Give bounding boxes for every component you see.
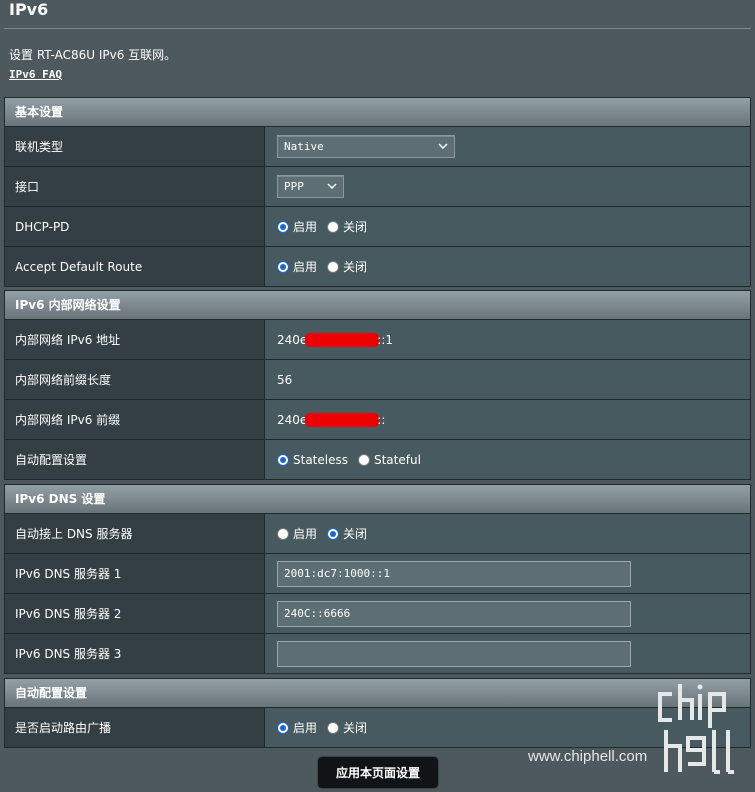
page-title: IPv6: [9, 0, 49, 19]
dns-server3-row: IPv6 DNS 服务器 3: [5, 634, 750, 673]
lan-address-row: 内部网络 IPv6 地址 240e ::1: [5, 320, 750, 360]
basic-settings-header: 基本设置: [5, 98, 750, 127]
prefix-length-row: 内部网络前缀长度 56: [5, 360, 750, 400]
stateless-radio[interactable]: [277, 453, 289, 466]
apply-button[interactable]: 应用本页面设置: [317, 756, 439, 789]
lan-prefix-row: 内部网络 IPv6 前缀 240e ::: [5, 400, 750, 440]
chevron-down-icon: [438, 141, 448, 152]
interface-value: PPP: [284, 180, 304, 193]
stateful-label: Stateful: [373, 452, 421, 467]
dns-auto-enable-label: 启用: [293, 527, 318, 541]
lan-address-suffix: ::1: [377, 332, 394, 347]
default-route-label: Accept Default Route: [5, 247, 265, 286]
dns-server1-label: IPv6 DNS 服务器 1: [5, 554, 265, 593]
dns-server3-input[interactable]: [277, 640, 631, 667]
connection-type-value: Native: [284, 140, 324, 153]
lan-prefix-label: 内部网络 IPv6 前缀: [5, 400, 265, 439]
page-description: 设置 RT-AC86U IPv6 互联网。: [9, 48, 177, 62]
title-divider: [4, 28, 751, 29]
dns-server3-label: IPv6 DNS 服务器 3: [5, 634, 265, 673]
dns-auto-disable-radio[interactable]: [327, 527, 340, 540]
ra-disable-label: 关闭: [343, 721, 368, 735]
stateful-radio[interactable]: [357, 453, 370, 466]
dns-server2-input[interactable]: 240C::6666: [277, 600, 631, 627]
default-route-enable-radio[interactable]: [277, 260, 289, 273]
autoconf-row: 自动配置设置 Stateless Stateful: [5, 440, 750, 479]
connection-type-select[interactable]: Native: [277, 135, 455, 158]
dns-auto-disable-label: 关闭: [343, 527, 368, 541]
dhcp-pd-disable-radio[interactable]: [327, 220, 340, 233]
ra-enable-radio[interactable]: [277, 721, 289, 734]
lan-address-label: 内部网络 IPv6 地址: [5, 320, 265, 359]
lan-prefix-start: 240e: [277, 412, 308, 427]
default-route-disable-label: 关闭: [343, 260, 368, 274]
prefix-length-value: 56: [277, 372, 293, 387]
dns-server2-row: IPv6 DNS 服务器 2 240C::6666: [5, 594, 750, 634]
chevron-down-icon: [327, 181, 337, 192]
dhcp-pd-disable-label: 关闭: [343, 220, 368, 234]
ipv6-faq-link[interactable]: IPv6 FAQ: [9, 68, 62, 81]
dns-server2-label: IPv6 DNS 服务器 2: [5, 594, 265, 633]
ra-enable-label: 启用: [293, 721, 318, 735]
connection-type-label: 联机类型: [5, 127, 265, 166]
dhcp-pd-label: DHCP-PD: [5, 207, 265, 246]
ra-settings-header: 自动配置设置: [5, 679, 750, 708]
dns-auto-enable-radio[interactable]: [277, 527, 289, 540]
basic-settings-table: 基本设置 联机类型 Native 接口 PPP DHCP-PD 启用 关闭 Ac…: [4, 97, 751, 287]
connection-type-row: 联机类型 Native: [5, 127, 750, 167]
redaction-mark: [305, 412, 380, 427]
lan-prefix-suffix: ::: [377, 412, 386, 427]
dhcp-pd-enable-radio[interactable]: [277, 220, 289, 233]
dhcp-pd-enable-label: 启用: [293, 220, 318, 234]
ra-disable-radio[interactable]: [327, 721, 340, 734]
dns-server1-input[interactable]: 2001:dc7:1000::1: [277, 560, 631, 587]
dns-settings-header: IPv6 DNS 设置: [5, 485, 750, 514]
redaction-mark: [305, 332, 380, 347]
dns-settings-table: IPv6 DNS 设置 自动接上 DNS 服务器 启用 关闭 IPv6 DNS …: [4, 484, 751, 674]
lan-address-prefix: 240e: [277, 332, 308, 347]
chiphell-logo: [654, 680, 750, 784]
ra-settings-table: 自动配置设置 是否启动路由广播 启用 关闭: [4, 678, 751, 748]
lan-settings-header: IPv6 内部网络设置: [5, 291, 750, 320]
ra-label: 是否启动路由广播: [5, 708, 265, 747]
lan-settings-table: IPv6 内部网络设置 内部网络 IPv6 地址 240e ::1 内部网络前缀…: [4, 290, 751, 480]
watermark-text: www.chiphell.com: [528, 748, 648, 765]
stateless-label: Stateless: [293, 452, 348, 467]
default-route-enable-label: 启用: [293, 260, 318, 274]
dhcp-pd-row: DHCP-PD 启用 关闭: [5, 207, 750, 247]
prefix-length-label: 内部网络前缀长度: [5, 360, 265, 399]
interface-select[interactable]: PPP: [277, 175, 344, 198]
dns-auto-row: 自动接上 DNS 服务器 启用 关闭: [5, 514, 750, 554]
interface-row: 接口 PPP: [5, 167, 750, 207]
autoconf-label: 自动配置设置: [5, 440, 265, 479]
interface-label: 接口: [5, 167, 265, 206]
dns-auto-label: 自动接上 DNS 服务器: [5, 514, 265, 553]
default-route-row: Accept Default Route 启用 关闭: [5, 247, 750, 286]
dns-server1-row: IPv6 DNS 服务器 1 2001:dc7:1000::1: [5, 554, 750, 594]
ra-row: 是否启动路由广播 启用 关闭: [5, 708, 750, 747]
default-route-disable-radio[interactable]: [327, 260, 340, 273]
